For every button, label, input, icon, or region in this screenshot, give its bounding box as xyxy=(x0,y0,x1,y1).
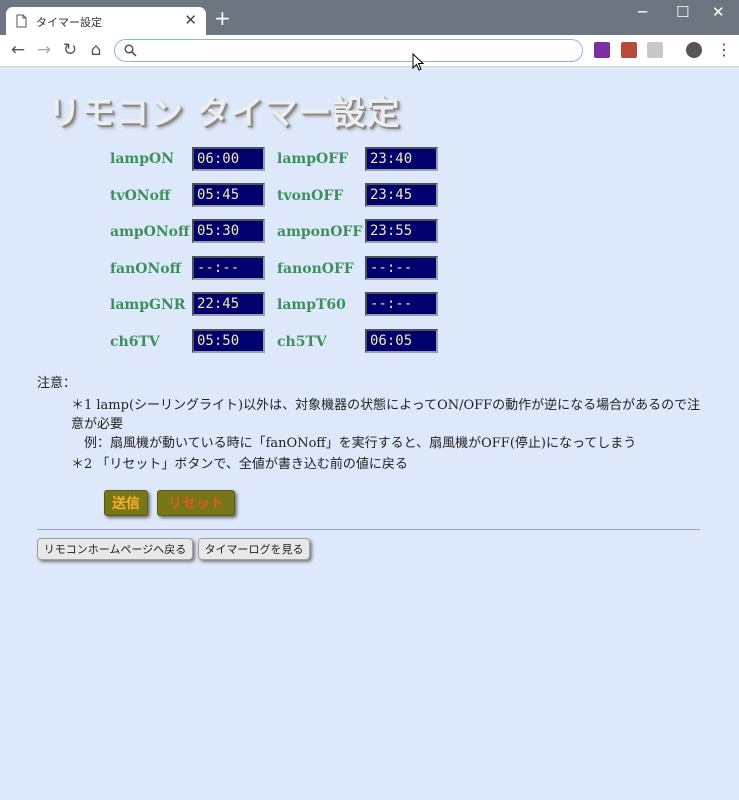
timer-label-tvonoff: tvONoff xyxy=(110,188,171,204)
home-icon[interactable]: ⌂ xyxy=(86,40,106,60)
cursor-icon xyxy=(412,53,424,71)
forward-icon[interactable]: → xyxy=(34,40,54,60)
divider xyxy=(37,529,700,530)
address-input[interactable] xyxy=(143,42,573,59)
send-button[interactable]: 送信 xyxy=(104,490,148,516)
timer-input-lampgnr[interactable] xyxy=(192,292,265,316)
onenote-icon[interactable] xyxy=(594,42,610,58)
timer-label-lampgnr: lampGNR xyxy=(110,297,186,313)
timer-label-lampon: lampON xyxy=(110,151,174,167)
timer-label-amponoff: ampONoff xyxy=(110,224,190,240)
minimize-icon[interactable]: ─ xyxy=(638,3,647,21)
page-title: リモコン タイマー設定 xyxy=(48,93,401,132)
profile-icon[interactable] xyxy=(686,42,702,58)
tab-close-icon[interactable]: ✕ xyxy=(184,11,197,29)
timer-input-tvonOFF[interactable] xyxy=(365,183,438,207)
timer-label-lampt60: lampT60 xyxy=(277,297,346,313)
timer-input-ch5tv[interactable] xyxy=(365,329,438,353)
timer-input-ch6tv[interactable] xyxy=(192,329,265,353)
timer-input-fanonOFF[interactable] xyxy=(365,256,438,280)
note-2: ＊2 「リセット」ボタンで、全値が書き込む前の値に戻る xyxy=(71,457,408,472)
reload-icon[interactable]: ↻ xyxy=(60,40,80,60)
close-window-icon[interactable]: ✕ xyxy=(712,3,725,21)
timer-label-fanonOFF: fanonOFF xyxy=(277,261,354,277)
pdf-icon[interactable] xyxy=(621,42,637,58)
note-example: 例：扇風機が動いている時に「fanONoff」を実行すると、扇風機がOFF(停止… xyxy=(84,436,637,451)
reset-button[interactable]: リセット xyxy=(157,490,235,516)
view-timer-log-button[interactable]: タイマーログを見る xyxy=(198,538,310,560)
page-icon xyxy=(16,14,27,28)
timer-label-ch6tv: ch6TV xyxy=(110,334,160,350)
back-icon[interactable]: ← xyxy=(8,40,28,60)
note-1: ＊1 lamp(シーリングライト)以外は、対象機器の状態によってON/OFFの動… xyxy=(71,398,701,432)
new-tab-button[interactable]: + xyxy=(214,6,231,30)
address-bar[interactable] xyxy=(114,39,583,62)
timer-label-fanonoff: fanONoff xyxy=(110,261,182,277)
timer-label-tvonOFF: tvonOFF xyxy=(277,188,344,204)
timer-input-tvonoff[interactable] xyxy=(192,183,265,207)
browser-tab[interactable]: タイマー設定 ✕ xyxy=(6,7,206,35)
search-icon xyxy=(124,44,137,57)
timer-input-fanonoff[interactable] xyxy=(192,256,265,280)
extension-icon[interactable] xyxy=(647,42,663,58)
back-to-home-button[interactable]: リモコンホームページへ戻る xyxy=(37,538,193,560)
menu-icon[interactable]: ⋮ xyxy=(716,40,732,59)
timer-input-lampoff[interactable] xyxy=(365,147,438,171)
timer-input-lampt60[interactable] xyxy=(365,292,438,316)
notes-heading: 注意： xyxy=(37,376,77,391)
timer-input-amponOFF[interactable] xyxy=(365,219,438,243)
maximize-icon[interactable]: ☐ xyxy=(676,3,689,21)
timer-label-amponOFF: amponOFF xyxy=(277,224,363,240)
tab-strip: タイマー設定 ✕ + ─ ☐ ✕ xyxy=(0,0,739,35)
browser-toolbar: ← → ↻ ⌂ ⋮ xyxy=(0,35,739,67)
timer-label-ch5tv: ch5TV xyxy=(277,334,327,350)
timer-input-amponoff[interactable] xyxy=(192,219,265,243)
timer-input-lampon[interactable] xyxy=(192,147,265,171)
timer-label-lampoff: lampOFF xyxy=(277,151,349,167)
tab-title: タイマー設定 xyxy=(36,16,102,29)
